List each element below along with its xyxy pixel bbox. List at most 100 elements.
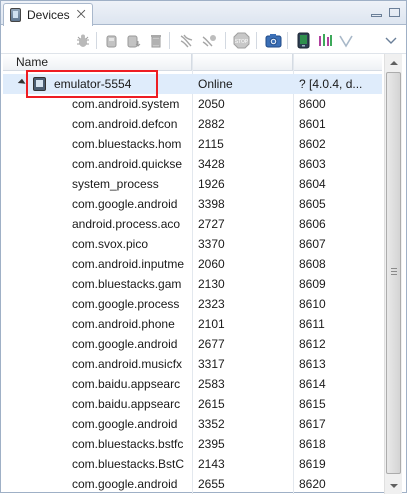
process-row[interactable]: com.android.quickse 3428 8603 [3, 154, 382, 174]
highlight-annotation [26, 70, 158, 98]
tab-devices[interactable]: Devices ⨉ [3, 3, 93, 26]
process-name: com.svox.pico [72, 237, 149, 251]
process-row[interactable]: com.baidu.appsearc 2615 8615 [3, 394, 382, 414]
chevron-down-icon [385, 37, 396, 44]
column-header-pid[interactable] [192, 54, 293, 71]
process-row[interactable]: com.google.android 3352 8617 [3, 414, 382, 434]
scrollbar-thumb[interactable] [386, 72, 401, 474]
column-header-port[interactable] [293, 54, 382, 71]
view-tab-bar: Devices ⨉ [1, 1, 406, 26]
stop-process-button[interactable]: STOP [233, 32, 250, 49]
process-port: 8612 [299, 337, 326, 351]
process-row[interactable]: com.bluestacks.bstfc 2395 8618 [3, 434, 382, 454]
process-port: 8607 [299, 237, 326, 251]
process-port: 8600 [299, 97, 326, 111]
process-pid: 3317 [198, 357, 225, 371]
process-name: com.bluestacks.gam [72, 277, 182, 291]
process-row[interactable]: com.android.musicfx 3317 8613 [3, 354, 382, 374]
process-port: 8619 [299, 457, 326, 471]
update-heap-icon [106, 35, 116, 47]
process-name: com.google.process [72, 297, 180, 311]
maximize-button[interactable] [386, 4, 402, 20]
view-window-controls [368, 4, 402, 20]
process-port: 8605 [299, 197, 326, 211]
update-threads-button[interactable] [177, 32, 194, 49]
device-version: ? [4.0.4, d... [299, 77, 363, 91]
process-port: 8611 [299, 317, 325, 331]
process-name: com.bluestacks.bstfc [72, 437, 184, 451]
cause-gc-icon [150, 34, 161, 47]
process-name: android.process.aco [72, 217, 181, 231]
process-row[interactable]: com.bluestacks.hom 2115 8602 [3, 134, 382, 154]
start-method-profiling-button[interactable] [200, 32, 217, 49]
process-pid: 2655 [198, 477, 225, 491]
process-row[interactable]: system_process 1926 8604 [3, 174, 382, 194]
update-heap-button[interactable] [103, 32, 120, 49]
process-row[interactable]: com.android.defcon 2882 8601 [3, 114, 382, 134]
process-row[interactable]: com.baidu.appsearc 2583 8614 [3, 374, 382, 394]
process-pid: 1926 [198, 177, 225, 191]
process-row[interactable]: com.google.android 2677 8612 [3, 334, 382, 354]
process-name: com.android.phone [72, 317, 175, 331]
arrow-up-icon [389, 60, 398, 65]
process-pid: 2115 [198, 137, 224, 151]
process-port: 8610 [299, 297, 326, 311]
process-port: 8602 [299, 137, 326, 151]
process-port: 8601 [299, 117, 326, 131]
dump-hprof-icon [127, 35, 140, 47]
stop-process-icon: STOP [233, 32, 250, 49]
close-icon[interactable]: ⨉ [77, 9, 86, 21]
minimize-button[interactable] [368, 4, 384, 20]
process-pid: 2615 [198, 397, 225, 411]
process-pid: 2060 [198, 257, 225, 271]
scroll-down-button[interactable] [385, 477, 402, 494]
start-opengl-trace-icon [338, 35, 353, 48]
process-pid: 2882 [198, 117, 225, 131]
process-pid: 2583 [198, 377, 225, 391]
process-name: com.google.android [72, 477, 178, 491]
process-row[interactable]: com.bluestacks.BstC 2143 8619 [3, 454, 382, 474]
vertical-scrollbar[interactable] [384, 54, 402, 494]
process-row[interactable]: com.svox.pico 3370 8607 [3, 234, 382, 254]
process-pid: 3352 [198, 417, 225, 431]
devices-toolbar: STOP [1, 26, 406, 54]
process-row[interactable]: com.android.inputme 2060 8608 [3, 254, 382, 274]
dump-hprof-button[interactable] [125, 32, 142, 49]
debug-button[interactable] [74, 32, 91, 49]
process-pid: 2143 [198, 457, 225, 471]
device-status: Online [198, 77, 233, 91]
process-name: com.baidu.appsearc [72, 377, 181, 391]
process-name: system_process [72, 177, 159, 191]
process-port: 8603 [299, 157, 326, 171]
scroll-up-button[interactable] [385, 54, 402, 71]
process-pid: 2050 [198, 97, 225, 111]
screen-capture-button[interactable] [265, 32, 282, 49]
view-menu-button[interactable] [382, 32, 399, 49]
process-pid: 2727 [198, 217, 225, 231]
process-port: 8617 [299, 417, 326, 431]
process-row[interactable]: com.bluestacks.gam 2130 8609 [3, 274, 382, 294]
process-name: com.google.android [72, 197, 178, 211]
systrace-icon [319, 34, 332, 46]
process-name: com.google.android [72, 417, 178, 431]
process-port: 8606 [299, 217, 326, 231]
process-row[interactable]: com.google.process 2323 8610 [3, 294, 382, 314]
process-row[interactable]: android.process.aco 2727 8606 [3, 214, 382, 234]
dump-view-hierarchy-button[interactable] [295, 32, 312, 49]
process-pid: 2677 [198, 337, 225, 351]
expand-triangle-icon[interactable] [17, 78, 27, 88]
start-opengl-trace-button[interactable] [337, 32, 354, 49]
process-name: com.baidu.appsearc [72, 397, 181, 411]
column-header-name[interactable]: Name [3, 54, 192, 71]
process-row[interactable]: com.google.android 3398 8605 [3, 194, 382, 214]
process-row[interactable]: com.google.android 2655 8620 [3, 474, 382, 494]
process-port: 8613 [299, 357, 326, 371]
process-name: com.android.defcon [72, 117, 178, 131]
process-row[interactable]: com.android.phone 2101 8611 [3, 314, 382, 334]
update-threads-icon [180, 34, 192, 47]
cause-gc-button[interactable] [147, 32, 164, 49]
systrace-button[interactable] [317, 32, 334, 49]
debug-icon [76, 34, 89, 47]
process-pid: 2101 [198, 317, 225, 331]
dump-view-hierarchy-icon [297, 32, 310, 49]
